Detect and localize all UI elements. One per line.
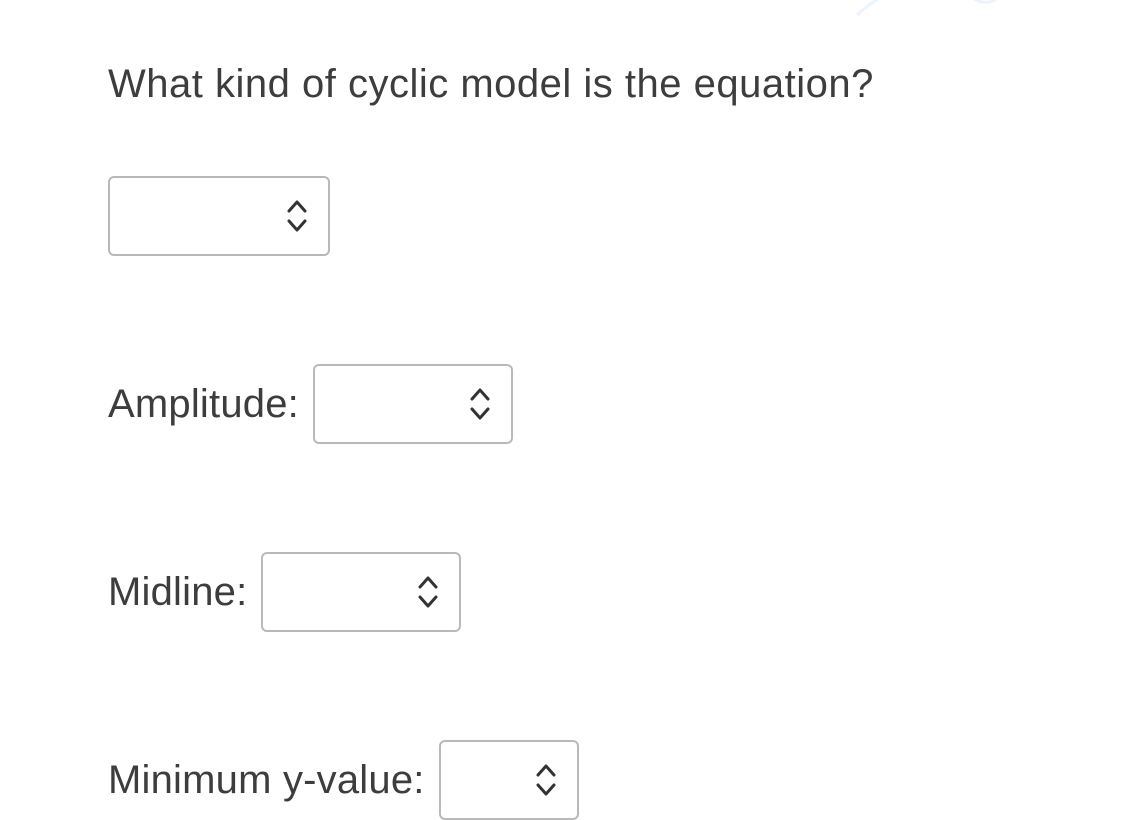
amplitude-row: Amplitude:	[108, 364, 1122, 444]
amplitude-select[interactable]	[313, 364, 513, 444]
min-y-label: Minimum y-value:	[108, 758, 425, 803]
model-type-select[interactable]	[108, 176, 330, 256]
decorative-curve	[852, 0, 1012, 40]
chevron-up-down-icon	[535, 762, 557, 798]
midline-row: Midline:	[108, 552, 1122, 632]
model-type-row	[108, 176, 1122, 256]
chevron-up-down-icon	[469, 386, 491, 422]
amplitude-label: Amplitude:	[108, 382, 299, 427]
question-text: What kind of cyclic model is the equatio…	[108, 60, 1122, 108]
chevron-up-down-icon	[417, 574, 439, 610]
chevron-up-down-icon	[286, 198, 308, 234]
midline-label: Midline:	[108, 570, 247, 615]
midline-select[interactable]	[261, 552, 461, 632]
min-y-select[interactable]	[439, 740, 579, 820]
min-y-row: Minimum y-value:	[108, 740, 1122, 820]
